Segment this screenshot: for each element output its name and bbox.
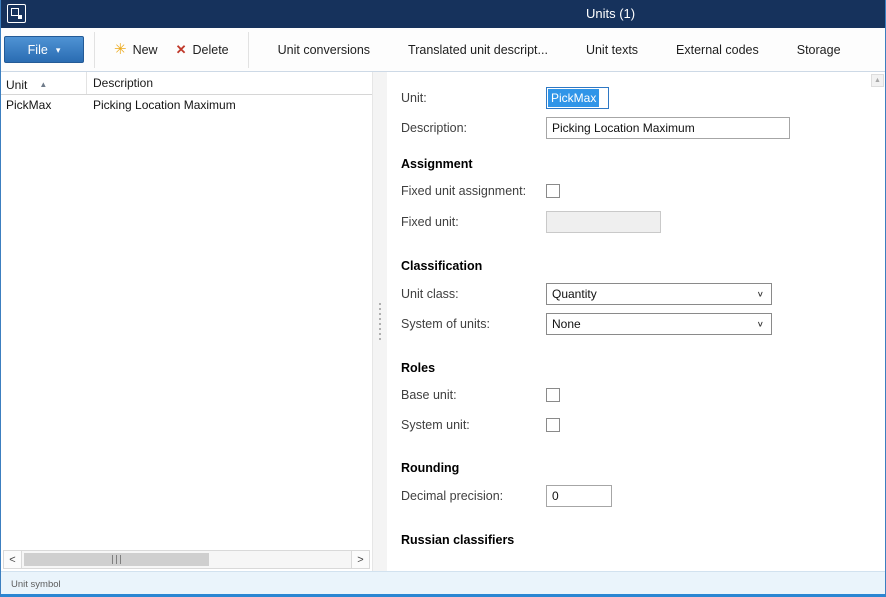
description-field-row: Description: [401,117,885,139]
app-icon-glyph-dot [18,15,22,19]
section-header-classification: Classification [401,259,885,273]
new-button-label: New [133,43,158,57]
menu-item-unit-conversions[interactable]: Unit conversions [278,43,370,57]
system-of-units-label: System of units: [401,317,546,331]
column-header-unit-label: Unit [6,78,27,92]
column-header-description-label: Description [93,76,153,90]
scroll-right-icon: > [357,554,363,566]
chevron-down-icon: ∨ [757,320,764,329]
system-unit-label: System unit: [401,418,546,432]
table-row[interactable]: PickMax Picking Location Maximum [1,95,372,115]
window-title: Units (1) [586,6,635,21]
unit-field-row: Unit: PickMax [401,87,885,109]
scroll-up-icon: ▲ [874,77,881,84]
column-header-unit[interactable]: Unit ▲ [1,72,87,94]
sort-ascending-icon: ▲ [39,80,47,89]
system-of-units-value: None [552,317,581,331]
system-unit-row: System unit: [401,415,885,435]
toolbar-separator [248,32,249,68]
scrollbar-grip [120,555,121,564]
section-header-roles: Roles [401,361,885,375]
menu-item-unit-texts[interactable]: Unit texts [586,43,638,57]
title-bar: Units (1) [1,0,885,28]
scroll-right-button[interactable]: > [351,551,369,568]
system-of-units-dropdown[interactable]: None ∨ [546,313,772,335]
units-window: Units (1) File ▾ ✳ New ✕ Delete Unit con… [0,0,886,597]
cell-description: Picking Location Maximum [87,95,372,115]
unit-class-dropdown[interactable]: Quantity ∨ [546,283,772,305]
app-icon [7,4,26,23]
status-bar: Unit symbol [1,571,885,597]
section-header-rounding: Rounding [401,461,885,475]
file-menu-button[interactable]: File ▾ [4,36,84,63]
scroll-left-button[interactable]: < [4,551,22,568]
menu-item-external-codes[interactable]: External codes [676,43,759,57]
decimal-precision-input[interactable] [546,485,612,507]
toolbar-separator [94,32,95,68]
grid-header-row: Unit ▲ Description [1,72,372,95]
column-header-description[interactable]: Description [87,72,372,94]
scrollbar-grip [112,555,113,564]
scrollbar-grip [116,555,117,564]
base-unit-label: Base unit: [401,388,546,402]
delete-button[interactable]: ✕ Delete [167,38,238,62]
scrollbar-thumb[interactable] [24,553,209,566]
new-button[interactable]: ✳ New [105,37,167,62]
scrollbar-track[interactable] [22,551,351,568]
unit-class-value: Quantity [552,287,597,301]
scroll-left-icon: < [9,554,15,566]
base-unit-row: Base unit: [401,385,885,405]
system-unit-checkbox[interactable] [546,418,560,432]
description-input[interactable] [546,117,790,139]
base-unit-checkbox[interactable] [546,388,560,402]
status-text: Unit symbol [11,579,61,590]
unit-field-label: Unit: [401,91,546,105]
decimal-precision-label: Decimal precision: [401,489,546,503]
menu-item-translated-unit-descriptions[interactable]: Translated unit descript... [408,43,548,57]
section-header-russian-classifiers: Russian classifiers [401,533,885,547]
unit-input[interactable]: PickMax [546,87,609,109]
description-field-label: Description: [401,121,546,135]
delete-button-label: Delete [193,43,229,57]
scroll-up-button[interactable]: ▲ [871,74,884,87]
fixed-unit-assignment-row: Fixed unit assignment: [401,181,885,201]
splitter-grip-icon [379,303,381,340]
unit-class-row: Unit class: Quantity ∨ [401,283,885,305]
unit-details-form: Unit: PickMax Description: Assignment Fi… [387,72,885,571]
units-grid-pane: Unit ▲ Description PickMax Picking Locat… [1,72,373,571]
fixed-unit-row: Fixed unit: [401,211,885,233]
horizontal-scrollbar[interactable]: < > [3,550,370,569]
chevron-down-icon: ▾ [56,45,61,56]
fixed-unit-input [546,211,661,233]
delete-icon: ✕ [176,43,187,56]
cell-unit: PickMax [1,95,87,115]
fixed-unit-assignment-checkbox[interactable] [546,184,560,198]
chevron-down-icon: ∨ [757,290,764,299]
unit-class-label: Unit class: [401,287,546,301]
decimal-precision-row: Decimal precision: [401,485,885,507]
fixed-unit-label: Fixed unit: [401,215,546,229]
toolbar: File ▾ ✳ New ✕ Delete Unit conversions T… [1,28,885,72]
system-of-units-row: System of units: None ∨ [401,313,885,335]
menu-item-storage[interactable]: Storage [797,43,841,57]
fixed-unit-assignment-label: Fixed unit assignment: [401,184,546,198]
section-header-assignment: Assignment [401,157,885,171]
pane-splitter[interactable] [373,72,387,571]
new-icon: ✳ [114,42,127,57]
file-menu-label: File [28,43,48,57]
unit-input-selected-text: PickMax [548,89,599,107]
